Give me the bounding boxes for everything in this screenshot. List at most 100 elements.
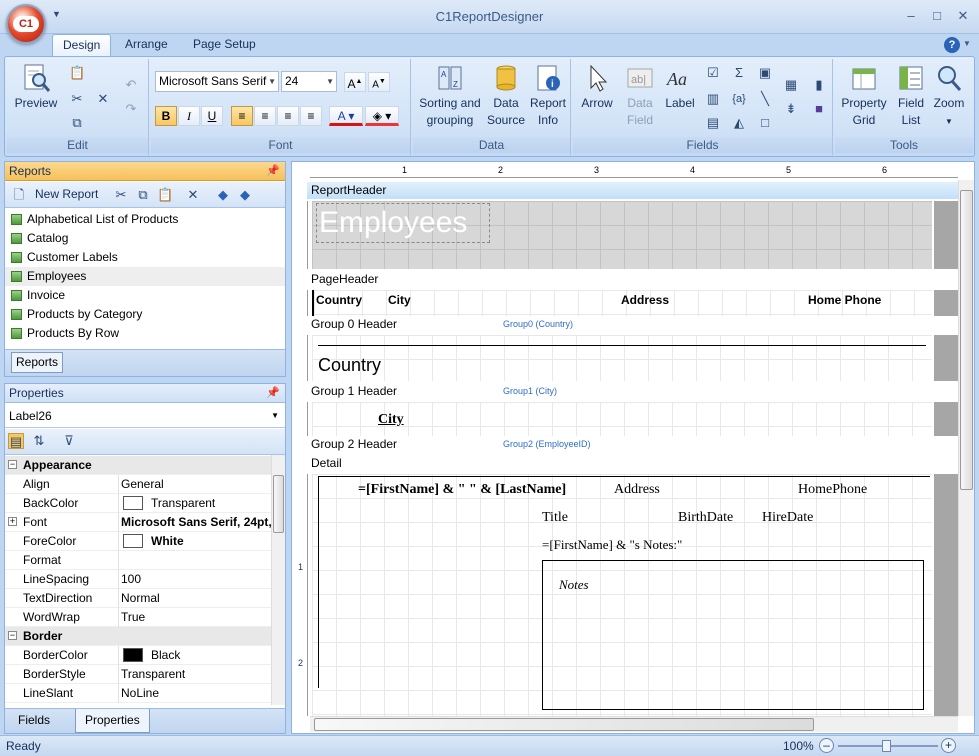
report-list-item[interactable]: Employees (5, 267, 285, 286)
group1-city-field[interactable]: City (378, 412, 404, 428)
property-grid-button[interactable]: Property Grid (839, 61, 889, 129)
band-report-header[interactable]: ReportHeader (307, 182, 958, 199)
page-header-area[interactable]: Country City Address Home Phone (312, 290, 932, 316)
detail-title-field[interactable]: Title (542, 510, 568, 526)
header-homephone-field[interactable]: Home Phone (808, 293, 881, 307)
report-info-button[interactable]: i Report Info (527, 61, 569, 129)
tab-reports[interactable]: Reports (11, 352, 64, 373)
tab-page-setup[interactable]: Page Setup (183, 34, 266, 57)
justify-icon[interactable]: ≡ (300, 106, 322, 126)
object-selector[interactable]: Label26 ▼ (5, 404, 285, 428)
redo-icon[interactable]: ↷ (123, 101, 139, 117)
italic-button[interactable]: I (178, 106, 200, 126)
collapse-icon[interactable]: − (8, 631, 17, 640)
property-value[interactable]: White (121, 532, 271, 551)
align-right-icon[interactable]: ≡ (277, 106, 299, 126)
band-page-header[interactable]: PageHeader (307, 271, 958, 288)
vertical-line[interactable] (318, 476, 319, 688)
sum-tool-icon[interactable]: Σ (731, 65, 747, 81)
zoom-button[interactable]: Zoom ▼ (931, 61, 967, 130)
band-group1-header[interactable]: Group 1 Header Group1 (City) (307, 383, 958, 400)
property-row[interactable]: Format (5, 551, 271, 570)
property-value[interactable] (121, 551, 271, 570)
property-row[interactable]: TextDirection Normal (5, 589, 271, 608)
minimize-button[interactable]: – (903, 8, 919, 24)
property-category[interactable]: − Border (5, 627, 271, 646)
designer-vertical-scrollbar[interactable] (958, 180, 974, 716)
report-list-item[interactable]: Catalog (5, 229, 285, 248)
property-category[interactable]: − Appearance (5, 456, 271, 475)
header-country-field[interactable]: Country (316, 293, 362, 307)
delete-icon[interactable]: ✕ (95, 91, 111, 107)
pin-icon[interactable]: 📌 (266, 384, 280, 402)
header-address-field[interactable]: Address (621, 293, 669, 307)
categorized-icon[interactable]: ▤ (8, 433, 24, 449)
help-icon[interactable]: ? (944, 37, 960, 53)
page-break-icon[interactable]: ⇟ (783, 101, 799, 117)
band-group0-header[interactable]: Group 0 Header Group0 (Country) (307, 316, 958, 333)
preview-button[interactable]: Preview (13, 61, 59, 112)
report-list-item[interactable]: Customer Labels (5, 248, 285, 267)
property-value[interactable]: General (121, 475, 271, 494)
paste-icon[interactable]: 📋 (157, 187, 173, 203)
property-row[interactable]: WordWrap True (5, 608, 271, 627)
property-row[interactable]: Align General (5, 475, 271, 494)
zoom-in-icon[interactable]: + (941, 738, 956, 753)
property-value[interactable]: Black (121, 646, 271, 665)
property-value[interactable]: Microsoft Sans Serif, 24pt, (121, 513, 271, 532)
group0-header-area[interactable]: Country (312, 335, 932, 381)
tab-design[interactable]: Design (52, 34, 112, 57)
property-row[interactable]: LineSlant NoLine (5, 684, 271, 703)
expand-icon[interactable]: + (8, 517, 17, 526)
image-tool-icon[interactable]: ▣ (757, 65, 773, 81)
scroll-thumb[interactable] (273, 475, 284, 533)
move-down-icon[interactable]: ◆ (237, 187, 253, 203)
checkbox-tool-icon[interactable]: ☑ (705, 65, 721, 81)
group1-header-area[interactable]: City (312, 402, 932, 436)
cut-icon[interactable]: ✂ (113, 187, 129, 203)
notes-box[interactable]: Notes (542, 560, 924, 710)
report-list-item[interactable]: Products by Category (5, 305, 285, 324)
detail-homephone-field[interactable]: HomePhone (798, 482, 867, 498)
arrow-tool-button[interactable]: Arrow (577, 61, 617, 112)
property-row[interactable]: ForeColor White (5, 532, 271, 551)
chart-tool-icon[interactable]: ▮ (811, 77, 827, 93)
property-row[interactable]: + Font Microsoft Sans Serif, 24pt, (5, 513, 271, 532)
label-tool-button[interactable]: Aa Label (661, 61, 699, 112)
subreport-tool-icon[interactable]: ▦ (783, 77, 799, 93)
data-field-button[interactable]: ab| Data Field (621, 61, 659, 129)
undo-icon[interactable]: ↶ (123, 77, 139, 93)
collapse-icon[interactable]: − (8, 460, 17, 469)
field-list-button[interactable]: Field List (893, 61, 929, 129)
line-tool-icon[interactable]: ╲ (757, 91, 773, 107)
new-report-button[interactable]: New Report (35, 187, 98, 201)
properties-scrollbar[interactable] (271, 455, 285, 705)
paste-icon[interactable]: 📋 (69, 65, 85, 81)
separator-line[interactable] (318, 345, 926, 346)
property-row[interactable]: BorderColor Black (5, 646, 271, 665)
tab-fields[interactable]: Fields (9, 709, 59, 733)
alphabetical-sort-icon[interactable]: ⇅ (31, 433, 47, 449)
move-up-icon[interactable]: ◆ (215, 187, 231, 203)
property-row[interactable]: BorderStyle Transparent (5, 665, 271, 684)
property-row[interactable]: BackColor Transparent (5, 494, 271, 513)
tab-arrange[interactable]: Arrange (115, 34, 178, 57)
zoom-slider-thumb[interactable] (882, 740, 891, 752)
maximize-button[interactable]: □ (929, 8, 945, 24)
data-source-button[interactable]: Data Source (485, 61, 527, 129)
delete-icon[interactable]: ✕ (185, 187, 201, 203)
sorting-grouping-button[interactable]: AZ Sorting and grouping (417, 61, 483, 129)
align-center-icon[interactable]: ≡ (254, 106, 276, 126)
tab-properties[interactable]: Properties (75, 709, 150, 733)
shape-tool-icon[interactable]: ◭ (731, 115, 747, 131)
picture-tool-icon[interactable]: ▤ (705, 115, 721, 131)
filter-icon[interactable]: ⊽ (61, 433, 77, 449)
report-list-item[interactable]: Invoice (5, 286, 285, 305)
application-menu-button[interactable]: C1 (6, 4, 46, 44)
bold-button[interactable]: B (155, 106, 177, 126)
cut-icon[interactable]: ✂ (69, 91, 85, 107)
flexgrid-tool-icon[interactable]: ■ (811, 101, 827, 117)
rectangle-tool-icon[interactable]: □ (757, 115, 773, 131)
detail-birthdate-field[interactable]: BirthDate (678, 510, 733, 526)
header-city-field[interactable]: City (388, 293, 411, 307)
